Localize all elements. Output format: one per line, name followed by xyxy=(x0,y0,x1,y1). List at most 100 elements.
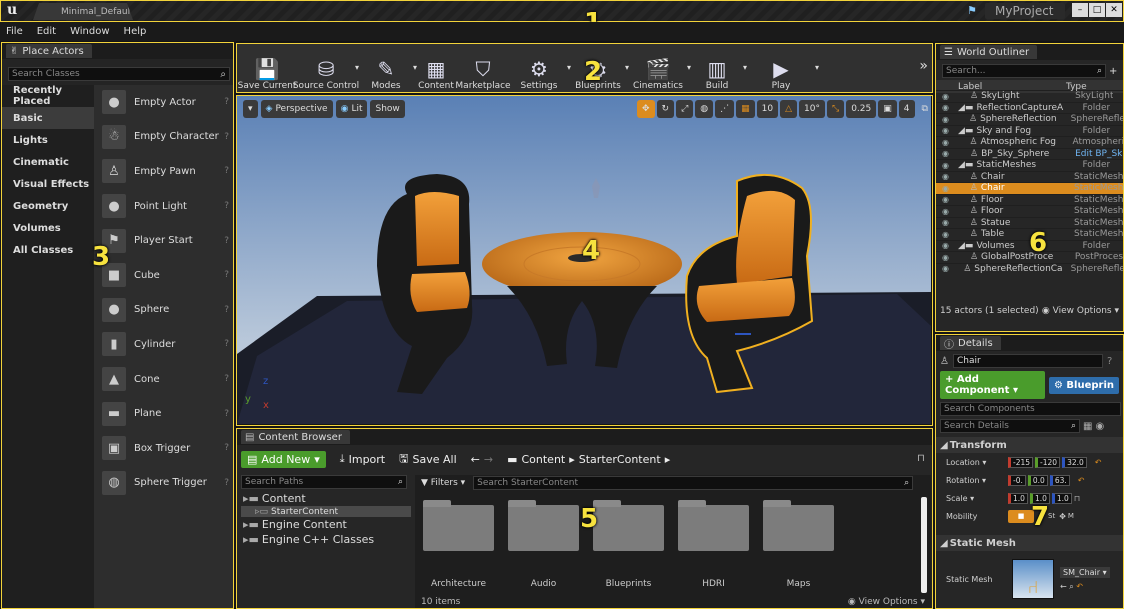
menu-edit[interactable]: Edit xyxy=(37,26,56,37)
visibility-icon[interactable]: ◉ xyxy=(942,184,952,193)
help-icon[interactable]: ? xyxy=(224,132,229,142)
folder-maps[interactable]: Maps xyxy=(763,500,834,589)
outliner-row-statue[interactable]: ◉ ♙ Statue StaticMesh xyxy=(936,216,1123,229)
rotation-x[interactable]: -0. xyxy=(1008,474,1026,486)
visibility-icon[interactable]: ◉ xyxy=(942,207,952,216)
help-icon[interactable]: ? xyxy=(224,201,229,211)
outliner-row-skylight[interactable]: ◉ ♙ SkyLight SkyLight xyxy=(936,90,1123,102)
add-component-button[interactable]: + Add Component ▾ xyxy=(940,371,1045,399)
help-icon[interactable]: ? xyxy=(224,236,229,246)
cinematics-button[interactable]: 🎬 Cinematics ▾ xyxy=(627,47,691,91)
breadcrumb-starter-content[interactable]: StarterContent xyxy=(579,453,661,466)
back-arrow-icon[interactable]: ← xyxy=(471,453,480,466)
minimize-button[interactable]: – xyxy=(1072,3,1088,17)
play-button[interactable]: ▶ Play ▾ xyxy=(745,47,819,91)
tree-item-engine-c-classes[interactable]: ▸▬ Engine C++ Classes xyxy=(241,532,411,547)
rotate-icon[interactable]: ↻ xyxy=(656,100,675,118)
history-nav[interactable]: ← → xyxy=(471,453,493,466)
visibility-icon[interactable]: ◉ xyxy=(942,241,952,250)
actor-name-input[interactable]: Chair xyxy=(952,354,1103,368)
menu-help[interactable]: Help xyxy=(124,26,147,37)
grid-view-icon[interactable]: ▦ xyxy=(1083,421,1092,432)
use-selected-icon[interactable]: ← xyxy=(1060,582,1067,591)
toolbar-overflow-button[interactable]: » xyxy=(919,58,928,74)
chevron-down-icon[interactable]: ▾ xyxy=(815,63,819,72)
place-actors-tab[interactable]: ✌ Place Actors xyxy=(6,44,92,58)
category-basic[interactable]: Basic xyxy=(2,107,94,129)
add-new-button[interactable]: ▤ Add New ▾ xyxy=(241,450,326,468)
visibility-icon[interactable]: ◉ xyxy=(942,218,952,227)
visibility-icon[interactable]: ◉ xyxy=(942,138,952,147)
actor-item-cylinder[interactable]: ▮ Cylinder? xyxy=(94,327,233,362)
visibility-icon[interactable]: ◉ xyxy=(942,172,952,181)
actor-item-box-trigger[interactable]: ▣ Box Trigger? xyxy=(94,431,233,466)
outliner-search-input[interactable]: Search... ⌕ xyxy=(942,64,1106,78)
visibility-icon[interactable]: ◉ xyxy=(942,264,952,273)
scale-snap-icon[interactable]: ⤡ xyxy=(827,100,845,118)
actor-item-empty-actor[interactable]: ● Empty Actor? xyxy=(94,85,233,120)
mobility-movable-button[interactable]: M xyxy=(1068,512,1074,520)
tree-item-content[interactable]: ▸▬ Content xyxy=(241,491,411,506)
save-current-button[interactable]: 💾 Save Current xyxy=(238,47,297,91)
category-visual-effects[interactable]: Visual Effects xyxy=(2,173,94,195)
outliner-row-spherereflection[interactable]: ◉ ♙ SphereReflection SphereRefle xyxy=(936,113,1123,125)
outliner-row-floor[interactable]: ◉ ♙ Floor StaticMesh xyxy=(936,205,1123,217)
outliner-row-staticmeshes[interactable]: ◉ ◢▬ StaticMeshes Folder xyxy=(936,159,1123,171)
actor-item-empty-pawn[interactable]: ♙ Empty Pawn? xyxy=(94,154,233,189)
col-label[interactable]: Label xyxy=(958,82,1066,92)
rotation-snap-icon[interactable]: △ xyxy=(780,100,798,118)
location-y[interactable]: -120 xyxy=(1035,456,1061,468)
visibility-icon[interactable]: ◉ xyxy=(942,103,952,112)
visibility-icon[interactable]: ◉ xyxy=(942,253,952,262)
help-icon[interactable]: ? xyxy=(224,409,229,419)
world-outliner-tab[interactable]: ☰ World Outliner xyxy=(940,45,1038,59)
eye-icon[interactable]: ◉ xyxy=(1095,421,1104,432)
static-mesh-header[interactable]: ◢ Static Mesh xyxy=(936,535,1123,551)
lock-scale-icon[interactable]: ⊓ xyxy=(1074,494,1080,503)
menu-file[interactable]: File xyxy=(6,26,23,37)
visibility-icon[interactable]: ◉ xyxy=(942,115,952,124)
search-starter-content-input[interactable]: Search StarterContent ⌕ xyxy=(473,476,914,490)
help-icon[interactable]: ? xyxy=(224,339,229,349)
maximize-viewport-icon[interactable]: ⧉ xyxy=(917,100,933,118)
build-button[interactable]: ▥ Build ▾ xyxy=(689,47,747,91)
folder-hdri[interactable]: HDRI xyxy=(678,500,749,589)
help-icon[interactable]: ? xyxy=(224,478,229,488)
actor-item-sphere[interactable]: ● Sphere? xyxy=(94,293,233,328)
folder-architecture[interactable]: Architecture xyxy=(423,500,494,589)
camera-speed-icon[interactable]: ▣ xyxy=(878,100,897,118)
reset-icon[interactable]: ↶ xyxy=(1095,458,1102,467)
col-type[interactable]: Type xyxy=(1066,82,1087,92)
location-x[interactable]: -215 xyxy=(1008,456,1034,468)
scale-icon[interactable]: ⤢ xyxy=(676,100,694,118)
outliner-row-spherereflectionca[interactable]: ◉ ♙ SphereReflectionCa SphereRefle xyxy=(936,262,1123,275)
lock-icon[interactable]: ⊓ xyxy=(917,453,925,464)
search-details-input[interactable]: Search Details ⌕ xyxy=(940,419,1080,433)
filters-button[interactable]: ▼ Filters ▾ xyxy=(417,478,469,488)
scale-x[interactable]: 1.0 xyxy=(1008,492,1028,504)
static-mesh-dropdown[interactable]: SM_Chair ▾ xyxy=(1060,566,1110,578)
help-icon[interactable]: ? xyxy=(224,443,229,453)
rotation-z[interactable]: 63. xyxy=(1049,474,1070,486)
maximize-button[interactable]: □ xyxy=(1089,3,1105,17)
source-control-button[interactable]: ⛁ Source Control ▾ xyxy=(293,47,359,91)
surface-snap-icon[interactable]: ⋰ xyxy=(715,100,735,118)
visibility-icon[interactable]: ◉ xyxy=(942,161,952,170)
content-browser-tab[interactable]: ▤ Content Browser xyxy=(241,430,350,444)
actor-item-point-light[interactable]: ● Point Light? xyxy=(94,189,233,224)
reset-icon[interactable]: ↶ xyxy=(1076,582,1083,591)
grid-snap-icon[interactable]: ▦ xyxy=(736,100,755,118)
actor-item-cube[interactable]: ■ Cube? xyxy=(94,258,233,293)
search-components-input[interactable]: Search Components xyxy=(940,402,1121,416)
scale-snap-value[interactable]: 0.25 xyxy=(846,100,877,118)
view-options-button[interactable]: ◉ View Options ▾ xyxy=(848,597,925,607)
help-icon[interactable]: ? xyxy=(224,374,229,384)
show-button[interactable]: Show xyxy=(370,100,405,118)
modes-button[interactable]: ✎ Modes ▾ xyxy=(357,47,417,91)
category-all-classes[interactable]: All Classes xyxy=(2,239,94,261)
asset-scrollbar[interactable] xyxy=(921,497,927,593)
browse-icon[interactable]: ⌕ xyxy=(1069,582,1073,591)
location-z[interactable]: 32.0 xyxy=(1062,456,1087,468)
category-cinematic[interactable]: Cinematic xyxy=(2,151,94,173)
category-geometry[interactable]: Geometry xyxy=(2,195,94,217)
